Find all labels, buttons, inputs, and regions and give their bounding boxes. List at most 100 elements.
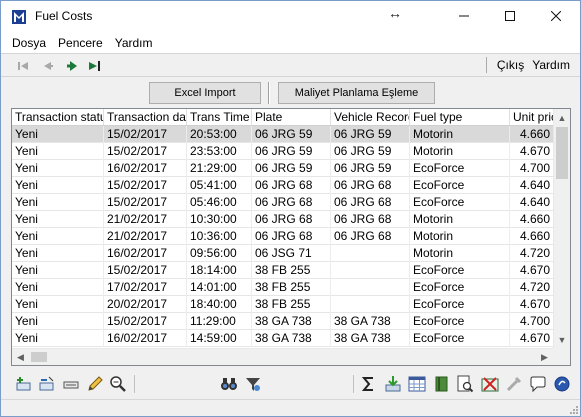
cell-plate[interactable]: 38 GA 738 [252,330,331,347]
cell-status[interactable]: Yeni [12,279,104,296]
resize-grip-icon[interactable] [568,404,578,414]
cell-status[interactable]: Yeni [12,228,104,245]
cell-date[interactable]: 15/02/2017 [104,177,187,194]
cell-status[interactable]: Yeni [12,177,104,194]
cell-date[interactable]: 15/02/2017 [104,262,187,279]
cell-vehicle-record[interactable]: 06 JRG 59 [331,126,410,143]
cell-fuel-type[interactable]: EcoForce [410,160,510,177]
cell-fuel-type[interactable]: EcoForce [410,279,510,296]
column-header[interactable]: Fuel type [410,109,510,125]
cell-plate[interactable]: 06 JRG 59 [252,160,331,177]
cell-plate[interactable]: 38 FB 255 [252,262,331,279]
title-bar[interactable]: Fuel Costs ↔ [1,1,580,32]
cell-time[interactable]: 20:53:00 [187,126,252,143]
cell-status[interactable]: Yeni [12,245,104,262]
cell-vehicle-record[interactable] [331,262,410,279]
menu-yardim[interactable]: Yardım [109,33,159,53]
cell-plate[interactable]: 06 JSG 71 [252,245,331,262]
horizontal-scrollbar[interactable]: ◀ ▶ [12,348,570,365]
cell-vehicle-record[interactable]: 06 JRG 59 [331,160,410,177]
cell-date[interactable]: 17/02/2017 [104,279,187,296]
last-record-icon[interactable] [87,58,103,74]
cell-plate[interactable]: 06 JRG 68 [252,211,331,228]
cell-fuel-type[interactable]: EcoForce [410,177,510,194]
exit-link[interactable]: Çıkış [493,58,528,72]
table-row[interactable]: Yeni 21/02/2017 10:36:00 06 JRG 68 06 JRG 68… [12,228,554,245]
cell-unit-price[interactable]: 4.670 [510,296,554,313]
cell-vehicle-record[interactable]: 06 JRG 68 [331,177,410,194]
filter-icon[interactable] [244,375,262,393]
cell-unit-price[interactable]: 4.670 [510,330,554,347]
excel-export-icon[interactable] [481,375,499,393]
cell-fuel-type[interactable]: Motorin [410,211,510,228]
cell-unit-price[interactable]: 4.660 [510,228,554,245]
scroll-up-icon[interactable]: ▲ [554,109,570,126]
download-icon[interactable] [384,375,402,393]
table-row[interactable]: Yeni 15/02/2017 05:46:00 06 JRG 68 06 JRG 68… [12,194,554,211]
close-button[interactable] [533,1,579,31]
scroll-left-icon[interactable]: ◀ [12,349,29,365]
scroll-right-icon[interactable]: ▶ [536,349,553,365]
cell-date[interactable]: 16/02/2017 [104,245,187,262]
fuel-costs-grid[interactable]: Transaction status Transaction date Tran… [11,108,571,366]
cell-vehicle-record[interactable]: 38 GA 738 [331,313,410,330]
comment-icon[interactable] [529,375,547,393]
cell-status[interactable]: Yeni [12,296,104,313]
pencil-icon[interactable] [86,375,104,393]
help-link[interactable]: Yardım [528,58,574,72]
cell-vehicle-record[interactable]: 06 JRG 68 [331,194,410,211]
cell-plate[interactable]: 06 JRG 68 [252,177,331,194]
cell-unit-price[interactable]: 4.720 [510,245,554,262]
vertical-scrollbar[interactable]: ▲ ▼ [553,109,570,348]
minimize-button[interactable] [441,1,487,31]
cell-fuel-type[interactable]: Motorin [410,126,510,143]
first-record-icon[interactable] [15,58,31,74]
cell-status[interactable]: Yeni [12,313,104,330]
vertical-scroll-thumb[interactable] [556,127,568,179]
cell-status[interactable]: Yeni [12,194,104,211]
column-header[interactable]: Unit price [510,109,554,125]
delete-record-icon[interactable] [62,375,80,393]
cell-date[interactable]: 15/02/2017 [104,194,187,211]
cell-date[interactable]: 15/02/2017 [104,313,187,330]
tools-icon[interactable] [505,375,523,393]
table-row[interactable]: Yeni 17/02/2017 14:01:00 38 FB 255 EcoForce 4… [12,279,554,296]
cell-vehicle-record[interactable] [331,296,410,313]
cell-unit-price[interactable]: 4.720 [510,279,554,296]
cell-time[interactable]: 05:41:00 [187,177,252,194]
grid-table-icon[interactable] [408,375,426,393]
help-globe-icon[interactable] [553,375,571,393]
cell-status[interactable]: Yeni [12,262,104,279]
cell-time[interactable]: 18:14:00 [187,262,252,279]
cell-plate[interactable]: 06 JRG 59 [252,143,331,160]
maximize-button[interactable] [487,1,533,31]
excel-import-button[interactable]: Excel Import [149,82,261,104]
cell-vehicle-record[interactable]: 06 JRG 68 [331,228,410,245]
cell-vehicle-record[interactable] [331,279,410,296]
cell-unit-price[interactable]: 4.660 [510,211,554,228]
cell-vehicle-record[interactable]: 38 GA 738 [331,330,410,347]
binoculars-icon[interactable] [220,375,238,393]
cell-vehicle-record[interactable]: 06 JRG 68 [331,211,410,228]
print-preview-icon[interactable] [456,375,474,393]
column-header[interactable]: Transaction date [104,109,187,125]
cell-plate[interactable]: 38 GA 738 [252,313,331,330]
table-row[interactable]: Yeni 16/02/2017 14:59:00 38 GA 738 38 GA 738… [12,330,554,347]
table-row[interactable]: Yeni 21/02/2017 10:30:00 06 JRG 68 06 JRG 68… [12,211,554,228]
cell-plate[interactable]: 38 FB 255 [252,279,331,296]
cell-status[interactable]: Yeni [12,330,104,347]
edit-record-icon[interactable] [38,375,56,393]
horizontal-scroll-thumb[interactable] [31,352,47,362]
cell-fuel-type[interactable]: EcoForce [410,313,510,330]
cell-time[interactable]: 10:36:00 [187,228,252,245]
maliyet-planlama-button[interactable]: Maliyet Planlama Eşleme [278,82,435,104]
previous-record-icon[interactable] [40,58,56,74]
cell-fuel-type[interactable]: EcoForce [410,194,510,211]
column-header[interactable]: Transaction status [12,109,104,125]
table-row[interactable]: Yeni 15/02/2017 23:53:00 06 JRG 59 06 JRG 59… [12,143,554,160]
next-record-icon[interactable] [64,58,80,74]
cell-fuel-type[interactable]: EcoForce [410,296,510,313]
cell-date[interactable]: 20/02/2017 [104,296,187,313]
cell-unit-price[interactable]: 4.660 [510,126,554,143]
menu-pencere[interactable]: Pencere [52,33,109,53]
